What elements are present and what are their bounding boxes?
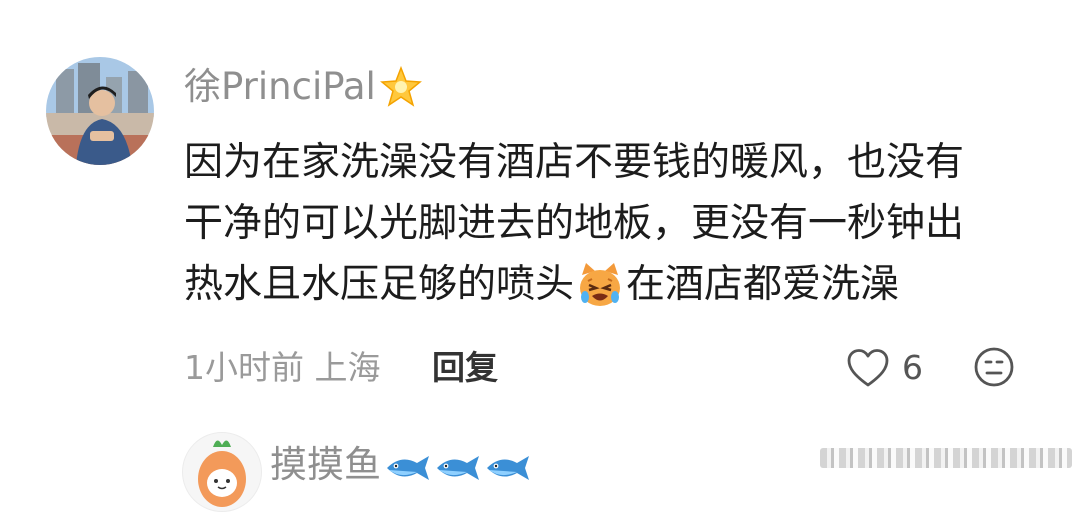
comment-line: 因为在家洗澡没有酒店不要钱的暖风，也没有 (184, 140, 965, 185)
comment-meta: 1小时前 上海 (184, 348, 381, 387)
comment-line-3: 热水且水压足够的喷头 在酒店都爱洗澡 (184, 254, 1044, 315)
username[interactable]: 摸摸鱼 (270, 440, 533, 490)
star-emoji-icon (378, 64, 424, 110)
heart-icon (846, 348, 890, 388)
comment-line: 干净的可以光脚进去的地板，更没有一秒钟出 (184, 201, 965, 246)
reply-button[interactable]: 回复 (432, 344, 498, 392)
username-text: 摸摸鱼 (270, 443, 381, 486)
fish-emoji-icon (433, 448, 483, 482)
avatar[interactable] (182, 432, 262, 512)
comment-body: 因为在家洗澡没有酒店不要钱的暖风，也没有 干净的可以光脚进去的地板，更没有一秒钟… (184, 132, 1044, 315)
username[interactable]: 徐PrinciPal (184, 62, 424, 112)
reaction-button[interactable] (973, 346, 1015, 392)
neutral-face-icon (973, 346, 1015, 388)
watermark-bar (820, 448, 1072, 468)
crying-cat-emoji-icon (576, 261, 624, 309)
like-count: 6 (902, 348, 923, 387)
fish-emoji-icon (383, 448, 433, 482)
comment-line-text: 在酒店都爱洗澡 (626, 262, 900, 307)
like-button[interactable]: 6 (846, 344, 923, 392)
username-text: 徐PrinciPal (184, 65, 376, 108)
comment-line-text: 热水且水压足够的喷头 (184, 262, 575, 307)
fish-emoji-icon (483, 448, 533, 482)
avatar[interactable] (46, 57, 154, 165)
